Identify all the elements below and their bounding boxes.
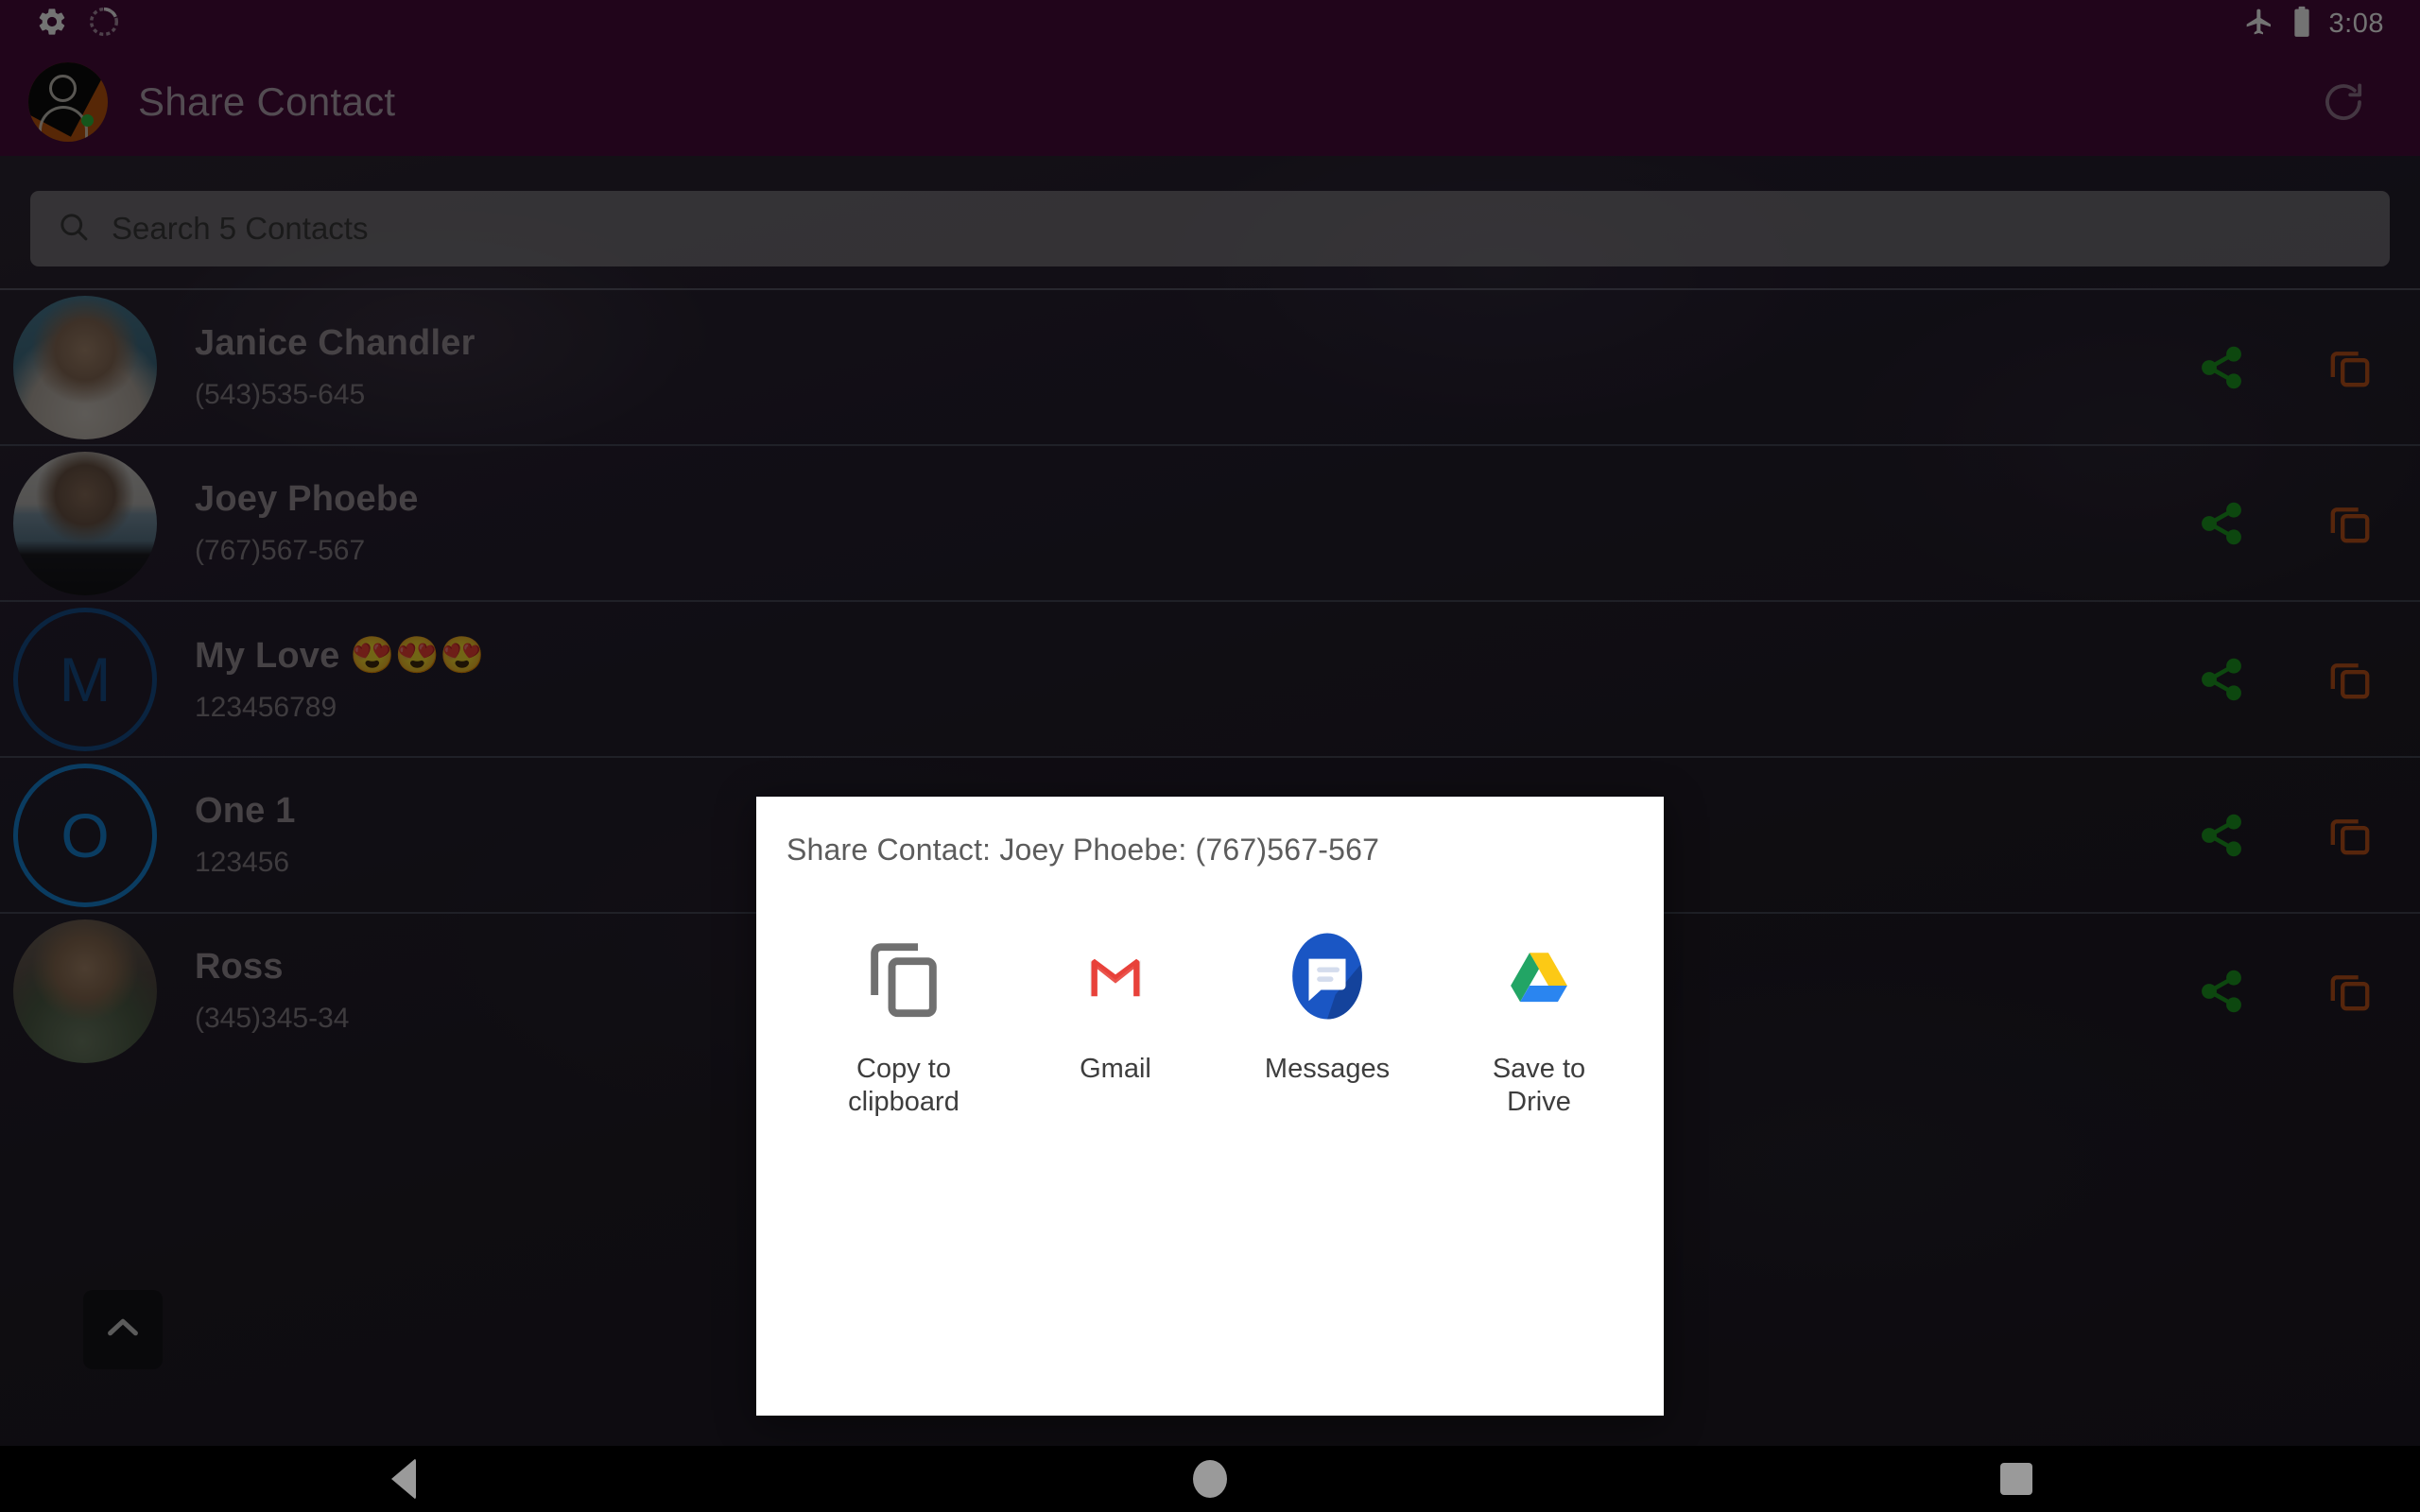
share-target[interactable]: Copy to clipboard (798, 920, 1010, 1120)
google-drive-icon (1483, 920, 1595, 1032)
back-nav-icon[interactable] (347, 1446, 460, 1512)
recents-nav-icon[interactable] (1960, 1446, 2073, 1512)
messages-icon (1271, 920, 1383, 1032)
share-dialog-title: Share Contact: Joey Phoebe: (767)567-567 (786, 833, 1380, 867)
share-target[interactable]: Gmail (1010, 920, 1221, 1120)
share-target[interactable]: Messages (1221, 920, 1433, 1120)
share-target-label: Save to Drive (1492, 1054, 1586, 1118)
share-target[interactable]: Save to Drive (1433, 920, 1645, 1120)
share-dialog: Share Contact: Joey Phoebe: (767)567-567… (756, 797, 1664, 1416)
gmail-icon (1060, 920, 1171, 1032)
share-target-list: Copy to clipboard Gmail Messages Save to Dr… (756, 868, 1664, 1120)
navigation-bar (0, 1446, 2420, 1512)
share-target-label: Messages (1264, 1054, 1391, 1084)
share-target-label: Gmail (1080, 1054, 1151, 1084)
android-screen: 3:08 Share Contact Search (0, 0, 2420, 1512)
copy-to-clipboard-icon (848, 920, 959, 1032)
share-target-label: Copy to clipboard (848, 1054, 959, 1118)
home-nav-icon[interactable] (1153, 1446, 1267, 1512)
